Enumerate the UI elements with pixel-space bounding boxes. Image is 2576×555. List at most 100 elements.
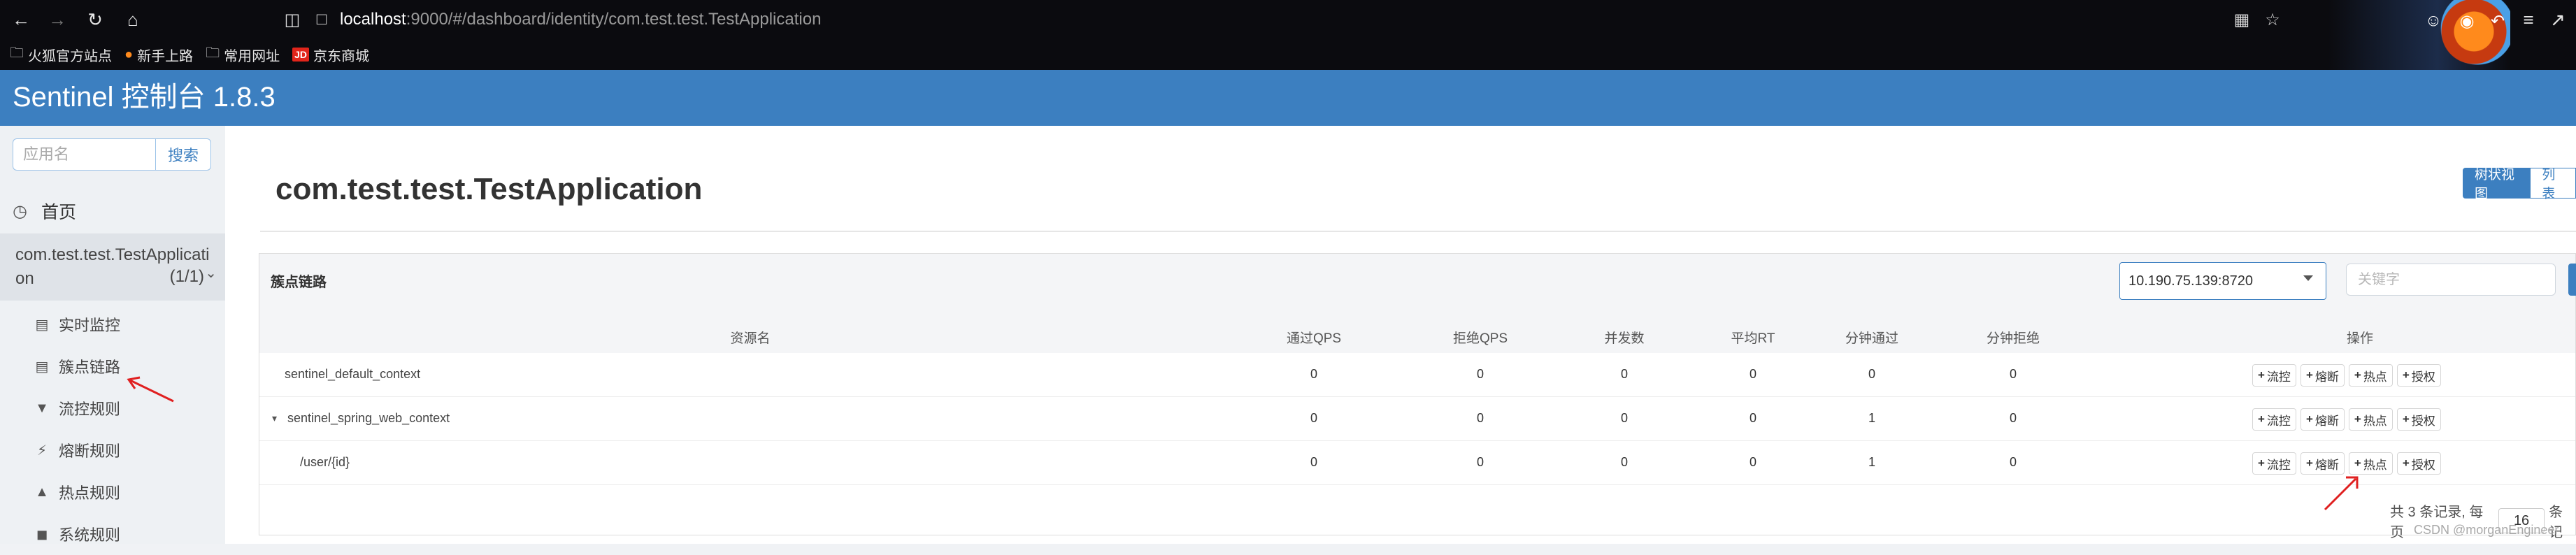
minute-block: 0 [2009, 411, 2017, 425]
nav-home-label: 首页 [41, 203, 76, 222]
tree-toggle-icon[interactable]: ▾ [272, 412, 277, 424]
filter-icon: ▼ [35, 400, 49, 416]
refresh-button[interactable] [2568, 264, 2576, 296]
menu-icon[interactable]: ≡ [2514, 6, 2542, 34]
column-header: 平均RT [1731, 331, 1775, 346]
minute-pass: 1 [1868, 411, 1876, 425]
folder-icon: 🗀 [206, 45, 220, 61]
column-header: 资源名 [730, 331, 771, 346]
column-header: 分钟通过 [1845, 331, 1899, 346]
address-bar[interactable]: localhost:9000/#/dashboard/identity/com.… [340, 6, 821, 34]
add-authority-rule-button[interactable]: + 授权 [2396, 452, 2441, 475]
sidebar-item-label: 流控规则 [59, 401, 121, 418]
add-hotspot-rule-button[interactable]: + 热点 [2348, 408, 2393, 431]
column-header: 操作 [2346, 331, 2374, 346]
bookmark-item[interactable]: 🗀 火狐官方站点 [10, 43, 112, 66]
sidebar-item-degrade-rules[interactable]: ⚡ 熔断规则 [0, 429, 225, 471]
machine-select[interactable]: 10.190.75.139:8720 [2119, 262, 2326, 300]
app-instance-count: (1/1) [169, 267, 204, 286]
add-authority-rule-button[interactable]: + 授权 [2396, 364, 2441, 387]
action-label: 热点 [2363, 370, 2387, 384]
action-label: 熔断 [2314, 370, 2339, 384]
concurrency: 0 [1620, 367, 1629, 381]
action-label: 熔断 [2314, 458, 2339, 472]
app-search-input[interactable] [13, 138, 155, 171]
machine-select-value: 10.190.75.139:8720 [2128, 273, 2253, 289]
add-flow-rule-button[interactable]: + 流控 [2252, 452, 2296, 475]
chevron-down-icon: ⌄ [205, 266, 217, 281]
add-degrade-rule-button[interactable]: + 熔断 [2300, 408, 2345, 431]
home-icon[interactable]: ⌂ [119, 6, 147, 34]
action-label: 热点 [2363, 458, 2387, 472]
action-label: 流控 [2266, 370, 2291, 384]
view-toggle: 树状视图 列表 [2463, 168, 2576, 201]
page-icon[interactable]: □ [308, 6, 336, 34]
column-header: 通过QPS [1286, 331, 1342, 346]
app-header: Sentinel 控制台 1.8.3 [0, 70, 2576, 126]
undo-icon[interactable]: ↶ [2484, 7, 2512, 35]
tree-view-button[interactable]: 树状视图 [2463, 168, 2531, 201]
pass-qps: 0 [1310, 367, 1318, 381]
pass-qps: 0 [1310, 455, 1318, 469]
sidebar-item-system-rules[interactable]: ◼ 系统规则 [0, 513, 225, 555]
nav-home[interactable]: ◷ 首页 [0, 190, 225, 232]
sidebar-item-hotspot-rules[interactable]: ▲ 热点规则 [0, 471, 225, 513]
sidebar-item-cluster-links[interactable]: ▤ 簇点链路 [0, 345, 225, 387]
shield-icon[interactable]: ◫ [278, 6, 306, 34]
flash-icon: ⚡ [36, 442, 48, 459]
add-flow-rule-button[interactable]: + 流控 [2252, 364, 2296, 387]
sidebar-item-flow-rules[interactable]: ▼ 流控规则 [0, 387, 225, 429]
url-path: :9000/#/dashboard/identity/com.test.test… [406, 10, 822, 29]
column-header: 分钟拒绝 [1986, 331, 2040, 346]
table-row: sentinel_default_context 0 0 0 0 0 0 + 流控… [259, 353, 2575, 397]
action-label: 授权 [2411, 370, 2435, 384]
fire-icon: ▲ [35, 484, 49, 500]
row-actions: + 流控 + 熔断 + 热点 + 授权 [2252, 408, 2441, 431]
minute-block: 0 [2009, 455, 2017, 469]
column-header: 并发数 [1604, 331, 1645, 346]
minute-pass: 0 [1868, 367, 1876, 381]
add-authority-rule-button[interactable]: + 授权 [2396, 408, 2441, 431]
table-row: /user/{id} 0 0 0 0 1 0 + 流控 + 熔断 + 热点 + 授权 [259, 441, 2575, 485]
pass-qps: 0 [1310, 411, 1318, 425]
list-view-button[interactable]: 列表 [2531, 168, 2576, 201]
bookmark-item[interactable]: JD 京东商城 [292, 45, 369, 65]
extensions-icon[interactable]: ◉ [2453, 7, 2481, 35]
firefox-theme-art: ☺ ◉ ↶ [2328, 0, 2510, 70]
reload-icon[interactable]: ↻ [81, 6, 109, 34]
qr-code-icon[interactable]: ▦ [2228, 6, 2256, 34]
bookmark-star-icon[interactable]: ☆ [2259, 6, 2287, 34]
sidebar-item-label: 实时监控 [59, 317, 121, 334]
app-group[interactable]: com.test.test.TestApplication (1/1) ⌄ [0, 233, 225, 301]
resource-name: sentinel_spring_web_context [287, 411, 450, 425]
page-title: com.test.test.TestApplication [276, 172, 703, 206]
forward-icon[interactable]: → [43, 6, 71, 34]
annotation-arrow [2324, 476, 2359, 511]
bookmark-label: 火狐官方站点 [28, 48, 112, 64]
action-label: 授权 [2411, 414, 2435, 428]
add-flow-rule-button[interactable]: + 流控 [2252, 408, 2296, 431]
list-icon: ▤ [35, 359, 49, 375]
panel-title: 簇点链路 [271, 275, 327, 290]
add-degrade-rule-button[interactable]: + 熔断 [2300, 364, 2345, 387]
search-button[interactable]: 搜索 [155, 138, 211, 171]
clock-icon: ◷ [13, 201, 27, 221]
back-icon[interactable]: ← [7, 6, 35, 34]
watermark: CSDN @morganEngineer [2414, 523, 2559, 537]
add-hotspot-rule-button[interactable]: + 热点 [2348, 364, 2393, 387]
minute-pass: 1 [1868, 455, 1876, 469]
resource-name: /user/{id} [300, 455, 350, 469]
sidebar-item-realtime-monitor[interactable]: ▤ 实时监控 [0, 303, 225, 345]
action-label: 流控 [2266, 414, 2291, 428]
bookmarks-bar: 🗀 火狐官方站点 ● 新手上路 🗀 常用网址 JD 京东商城 [0, 42, 369, 67]
action-label: 流控 [2266, 458, 2291, 472]
action-label: 授权 [2411, 458, 2435, 472]
sidebar-item-label: 热点规则 [59, 484, 121, 502]
bookmark-item[interactable]: ● 新手上路 [124, 45, 193, 65]
bookmark-item[interactable]: 🗀 常用网址 [206, 43, 280, 66]
account-icon[interactable]: ☺ [2419, 7, 2447, 35]
bar-chart-icon: ▤ [35, 317, 49, 333]
brand-title[interactable]: Sentinel 控制台 1.8.3 [13, 80, 276, 115]
keyword-input[interactable] [2346, 264, 2556, 296]
share-icon[interactable]: ↗ [2544, 6, 2572, 34]
